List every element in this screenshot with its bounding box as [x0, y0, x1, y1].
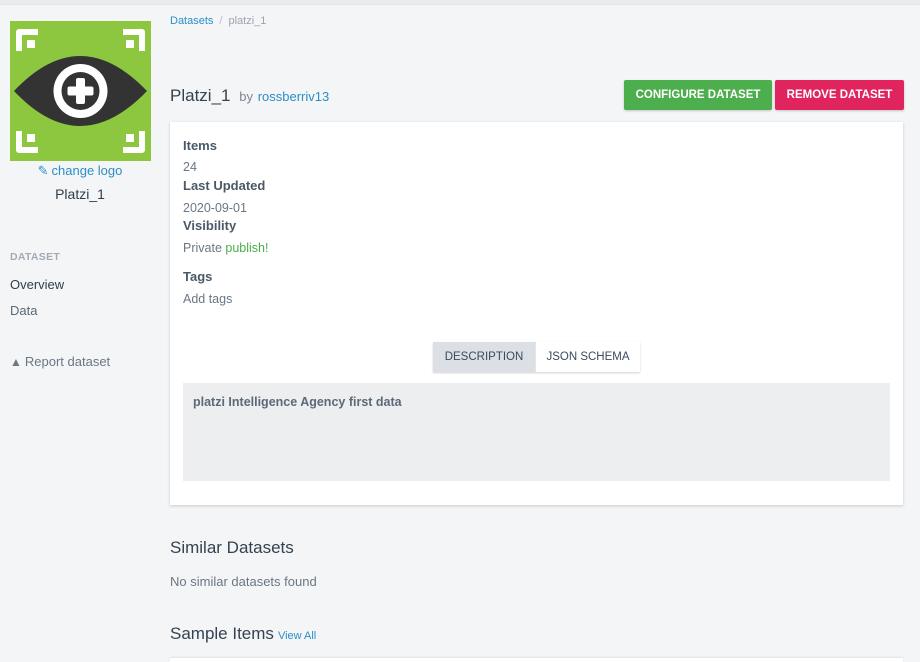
warning-icon: ▲	[10, 355, 22, 369]
by-label: by	[239, 89, 253, 104]
configure-dataset-button[interactable]: CONFIGURE DATASET	[624, 80, 772, 110]
last-updated-value: 2020-09-01	[183, 201, 247, 215]
breadcrumb-separator: /	[219, 15, 223, 27]
sidebar-section-heading: DATASET	[10, 251, 61, 263]
dataset-info-card: Items 24 Last Updated 2020-09-01 Visibil…	[170, 122, 903, 505]
sample-items-card	[170, 658, 903, 662]
no-similar-message: No similar datasets found	[170, 574, 317, 589]
description-text: platzi Intelligence Agency first data	[193, 395, 402, 409]
remove-dataset-button[interactable]: REMOVE DATASET	[775, 80, 904, 110]
tags-label: Tags	[183, 269, 213, 284]
report-dataset-link[interactable]: ▲ Report dataset	[10, 354, 110, 369]
publish-link[interactable]: publish!	[225, 241, 268, 255]
visibility-label: Visibility	[183, 218, 237, 233]
breadcrumb-current: platzi_1	[228, 15, 267, 27]
eye-logo-icon	[10, 21, 151, 161]
sample-items-title: Sample Items	[170, 624, 274, 643]
tab-json-schema[interactable]: JSON SCHEMA	[535, 342, 640, 372]
sidebar-item-data[interactable]: Data	[10, 303, 37, 318]
sidebar-dataset-name: Platzi_1	[55, 186, 105, 202]
dataset-name: Platzi_1	[170, 86, 231, 105]
dataset-logo	[10, 21, 151, 161]
add-tags-link[interactable]: Add tags	[183, 292, 232, 306]
sidebar: ✎ change logo Platzi_1 DATASET Overview D…	[0, 0, 160, 662]
breadcrumb-datasets-link[interactable]: Datasets	[170, 15, 213, 27]
items-label: Items	[183, 138, 217, 153]
page-title: Platzi_1 by rossberriv13	[170, 86, 329, 106]
change-logo-link[interactable]: ✎ change logo	[0, 163, 160, 179]
last-updated-label: Last Updated	[183, 178, 266, 193]
description-tabs: DESCRIPTION JSON SCHEMA	[433, 342, 640, 372]
similar-datasets-heading: Similar Datasets	[170, 538, 294, 557]
tab-description[interactable]: DESCRIPTION	[433, 342, 535, 372]
view-all-link[interactable]: View All	[278, 630, 316, 642]
sidebar-item-overview[interactable]: Overview	[10, 277, 64, 292]
items-value: 24	[183, 160, 197, 174]
report-dataset-label: Report dataset	[24, 354, 111, 369]
sample-items-heading: Sample Items View All	[170, 624, 316, 644]
change-logo-label: change logo	[51, 163, 123, 178]
owner-link[interactable]: rossberriv13	[258, 89, 330, 104]
breadcrumb: Datasets / platzi_1	[170, 15, 266, 27]
visibility-value: Private publish!	[183, 241, 268, 255]
description-panel: platzi Intelligence Agency first data	[183, 383, 890, 481]
pencil-icon: ✎	[37, 163, 49, 178]
visibility-status: Private	[183, 241, 222, 255]
